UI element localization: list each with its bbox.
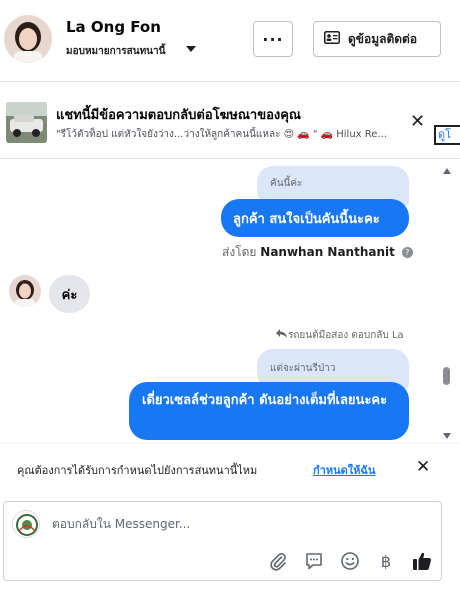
- contact-name[interactable]: La Ong Fon: [66, 18, 161, 36]
- reply-context-label: รถยนต์มือสอง ตอบกลับ La: [276, 328, 404, 343]
- contact-info-label: ดูข้อมูลติดต่อ: [348, 31, 418, 46]
- assign-conversation-dropdown[interactable]: มอบหมายการสนทนานี้: [66, 44, 165, 59]
- scroll-thumb[interactable]: [443, 367, 450, 385]
- assignment-notice-text: คุณต้องการได้รับการกำหนดไปยังการสนทนานี้…: [17, 464, 258, 477]
- conversation-panel: La Ong Fon มอบหมายการสนทนานี้ ··· ดูข้อม…: [0, 0, 460, 615]
- saved-replies-icon[interactable]: [303, 550, 325, 572]
- outgoing-message[interactable]: ลูกค้า สนใจเป็นคันนี้นะคะ: [221, 199, 409, 237]
- outgoing-message[interactable]: เดี่ยวเซลล์ช่วยลูกค้า ดันอย่างเต็มที่เลย…: [129, 382, 409, 440]
- view-contact-info-button[interactable]: ดูข้อมูลติดต่อ: [313, 21, 441, 57]
- message-thread: คันนี้ค่ะ ลูกค้า สนใจเป็นคันนี้นะคะ ส่งโ…: [0, 160, 440, 443]
- close-icon[interactable]: ✕: [416, 457, 430, 477]
- composer-toolbar: ฿: [267, 550, 433, 572]
- view-ad-link[interactable]: ดูโ: [434, 125, 460, 145]
- more-options-button[interactable]: ···: [253, 21, 293, 57]
- help-icon[interactable]: ?: [401, 247, 413, 258]
- attachment-icon[interactable]: [267, 550, 289, 572]
- reply-arrow-icon: [276, 329, 287, 341]
- contact-avatar[interactable]: [4, 15, 52, 63]
- sender-name: Nanwhan Nanthanit: [260, 245, 395, 259]
- ad-banner-title: แชทนี้มีข้อความตอบกลับต่อโฆษณาของคุณ: [56, 108, 301, 123]
- message-input[interactable]: [52, 514, 412, 534]
- contact-avatar-small: [9, 275, 41, 307]
- ad-thumbnail: [6, 102, 47, 143]
- payment-icon[interactable]: ฿: [375, 550, 397, 572]
- reply-context-text: รถยนต์มือสอง ตอบกลับ La: [288, 330, 404, 341]
- ad-reply-banner: แชทนี้มีข้อความตอบกลับต่อโฆษณาของคุณ "รี…: [0, 83, 460, 159]
- ad-banner-caption: "รีโว้ตัวท็อป แต่หัวใจยังว่าง...ว่างให้ล…: [56, 129, 387, 140]
- incoming-message[interactable]: ค่ะ: [49, 275, 90, 313]
- message-composer: ฿: [3, 501, 442, 581]
- scroll-down-icon[interactable]: [443, 433, 451, 439]
- page-avatar: [12, 510, 40, 538]
- scroll-up-icon[interactable]: [443, 168, 451, 174]
- assignment-notice: คุณต้องการได้รับการกำหนดไปยังการสนทนานี้…: [0, 443, 460, 491]
- assign-to-me-link[interactable]: กำหนดให้ฉัน: [313, 461, 375, 479]
- like-icon[interactable]: [411, 550, 433, 572]
- caret-down-icon[interactable]: [186, 46, 196, 52]
- contact-card-icon: [324, 31, 340, 47]
- sent-by-prefix: ส่งโดย: [222, 245, 257, 259]
- conversation-header: La Ong Fon มอบหมายการสนทนานี้ ··· ดูข้อม…: [0, 0, 460, 82]
- emoji-icon[interactable]: [339, 550, 361, 572]
- sent-by-label: ส่งโดย Nanwhan Nanthanit ?: [222, 243, 413, 262]
- close-icon[interactable]: ✕: [410, 113, 425, 131]
- thread-scrollbar[interactable]: [440, 160, 454, 443]
